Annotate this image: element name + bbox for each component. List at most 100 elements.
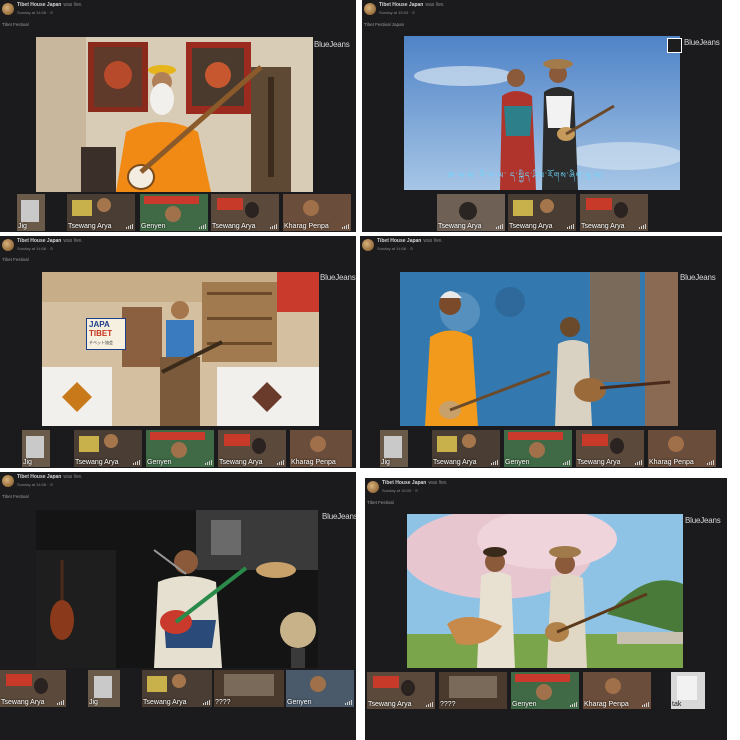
participant-strip: Jig Tsewang Arya Genyen Tsewang Arya Kha…: [0, 194, 356, 231]
participant-tile[interactable]: Tsewang Arya: [432, 430, 500, 467]
page-name-link[interactable]: Tibet House Japan: [17, 2, 61, 8]
post-header: Tibet House Japan was live. Sunday at 15:…: [364, 2, 706, 24]
channel-logo-icon: [667, 38, 682, 53]
participant-tile[interactable]: Genyen: [146, 430, 214, 467]
signal-icon: [707, 460, 715, 465]
page-avatar[interactable]: [2, 239, 14, 251]
japan-tibet-sign: JAPA TIBET チベット協会: [86, 318, 126, 350]
participant-tile[interactable]: Genyen: [511, 672, 579, 709]
post-header: Tibet House Japan was live. Sunday at 14:…: [2, 238, 340, 260]
participant-tile[interactable]: Tsewang Arya: [508, 194, 576, 231]
participant-tile[interactable]: Tsewang Arya: [367, 672, 435, 709]
main-video[interactable]: [36, 510, 318, 668]
participant-tile[interactable]: Kharag Penpa: [283, 194, 351, 231]
participant-tile[interactable]: ????: [214, 670, 284, 707]
signal-icon: [563, 460, 571, 465]
participant-tile[interactable]: Tsewang Arya: [437, 194, 505, 231]
participant-tile[interactable]: Jig: [17, 194, 45, 231]
participant-tile[interactable]: Tsewang Arya: [67, 194, 135, 231]
post-header: Tibet House Japan was live. Sunday at 15:…: [367, 480, 711, 502]
signal-icon: [199, 224, 207, 229]
participant-tile[interactable]: Kharag Penpa: [290, 430, 352, 467]
signal-icon: [277, 460, 285, 465]
participant-tile[interactable]: ????: [439, 672, 507, 709]
main-video[interactable]: JAPA TIBET チベット協会: [42, 272, 319, 426]
post-timestamp[interactable]: Sunday at 15:03 · ⊙: [379, 10, 415, 15]
participant-tile[interactable]: Jig: [22, 430, 50, 467]
bluejeans-logo: BlueJeans: [322, 512, 356, 521]
stream-panel-2: Tibet House Japan was live. Sunday at 15:…: [362, 0, 722, 232]
event-label: Tibet Festival Japan: [364, 22, 405, 27]
page-name-link[interactable]: Tibet House Japan: [382, 480, 426, 486]
live-status: was live.: [425, 2, 445, 8]
event-label: Tibet Festival: [367, 500, 394, 505]
signal-icon: [635, 460, 643, 465]
participant-tile[interactable]: tak: [671, 672, 705, 709]
post-timestamp[interactable]: Sunday at 14:08 · ⊙: [17, 10, 53, 15]
participant-tile[interactable]: Tsewang Arya: [0, 670, 66, 707]
stream-panel-3: Tibet House Japan was live. Sunday at 14:…: [0, 236, 356, 468]
signal-icon: [270, 224, 278, 229]
event-label: Tibet Festival: [2, 257, 29, 262]
participant-tile[interactable]: Tsewang Arya: [74, 430, 142, 467]
post-timestamp[interactable]: Sunday at 14:08 · ⊙: [377, 246, 413, 251]
signal-icon: [205, 460, 213, 465]
participant-tile[interactable]: Genyen: [504, 430, 572, 467]
main-video[interactable]: [400, 272, 678, 426]
participant-tile[interactable]: Genyen: [140, 194, 208, 231]
stream-panel-4: Tibet House Japan was live. Sunday at 14:…: [360, 236, 722, 468]
signal-icon: [126, 224, 134, 229]
page-name-link[interactable]: Tibet House Japan: [17, 238, 61, 244]
page-avatar[interactable]: [362, 239, 374, 251]
signal-icon: [642, 702, 650, 707]
main-video[interactable]: [407, 514, 683, 668]
post-timestamp[interactable]: Sunday at 15:00 · ⊙: [382, 488, 418, 493]
stream-panel-5: Tibet House Japan was live. Sunday at 14:…: [0, 472, 356, 740]
participant-tile[interactable]: Tsewang Arya: [211, 194, 279, 231]
signal-icon: [567, 224, 575, 229]
video-frame-duo-indoor: [400, 272, 678, 426]
post-header: Tibet House Japan was live. Sunday at 14:…: [2, 474, 340, 496]
page-name-link[interactable]: Tibet House Japan: [377, 238, 421, 244]
participant-tile[interactable]: Jig: [88, 670, 120, 707]
signal-icon: [345, 700, 353, 705]
page-name-link[interactable]: Tibet House Japan: [17, 474, 61, 480]
participant-tile[interactable]: Tsewang Arya: [142, 670, 212, 707]
event-label: Tibet Festival: [2, 22, 29, 27]
post-timestamp[interactable]: Sunday at 14:08 · ⊙: [17, 246, 53, 251]
participant-strip: Tsewang Arya Jig Tsewang Arya ???? Genye…: [0, 670, 356, 707]
signal-icon: [203, 700, 211, 705]
live-status: was live.: [63, 474, 83, 480]
video-subtitle: ཨ་ཡ་མ་ རི་ལ་ལ་ ད་སྐྱིད་ཤིས་རོགས་ཞིག་ལུ་མ…: [448, 171, 604, 180]
page-avatar[interactable]: [364, 3, 376, 15]
signal-icon: [639, 224, 647, 229]
bluejeans-logo: BlueJeans: [685, 516, 721, 525]
participant-tile[interactable]: Kharag Penpa: [648, 430, 716, 467]
video-frame-studio: [36, 510, 318, 668]
page-name-link[interactable]: Tibet House Japan: [379, 2, 423, 8]
live-status: was live.: [428, 480, 448, 486]
stream-panel-1: Tibet House Japan was live. Sunday at 14:…: [0, 0, 356, 232]
participant-tile[interactable]: Jig: [380, 430, 408, 467]
participant-tile[interactable]: Tsewang Arya: [580, 194, 648, 231]
page-avatar[interactable]: [2, 475, 14, 487]
main-video[interactable]: [36, 37, 313, 192]
participant-tile[interactable]: Kharag Penpa: [583, 672, 651, 709]
signal-icon: [491, 460, 499, 465]
live-status: was live.: [423, 238, 443, 244]
page-avatar[interactable]: [367, 481, 379, 493]
page-avatar[interactable]: [2, 3, 14, 15]
bluejeans-logo: BlueJeans: [314, 40, 350, 49]
bluejeans-logo: BlueJeans: [680, 273, 716, 282]
post-timestamp[interactable]: Sunday at 14:08 · ⊙: [17, 482, 53, 487]
bluejeans-logo: BlueJeans: [684, 38, 720, 47]
participant-tile[interactable]: Tsewang Arya: [576, 430, 644, 467]
event-label: Tibet Festival: [2, 494, 29, 499]
post-header: Tibet House Japan was live. Sunday at 14:…: [362, 238, 706, 260]
signal-icon: [133, 460, 141, 465]
video-frame-cherry-blossom: [407, 514, 683, 668]
participant-tile[interactable]: Genyen: [286, 670, 354, 707]
participant-tile[interactable]: Tsewang Arya: [218, 430, 286, 467]
signal-icon: [426, 702, 434, 707]
stream-panel-6: Tibet House Japan was live. Sunday at 15:…: [365, 478, 727, 740]
